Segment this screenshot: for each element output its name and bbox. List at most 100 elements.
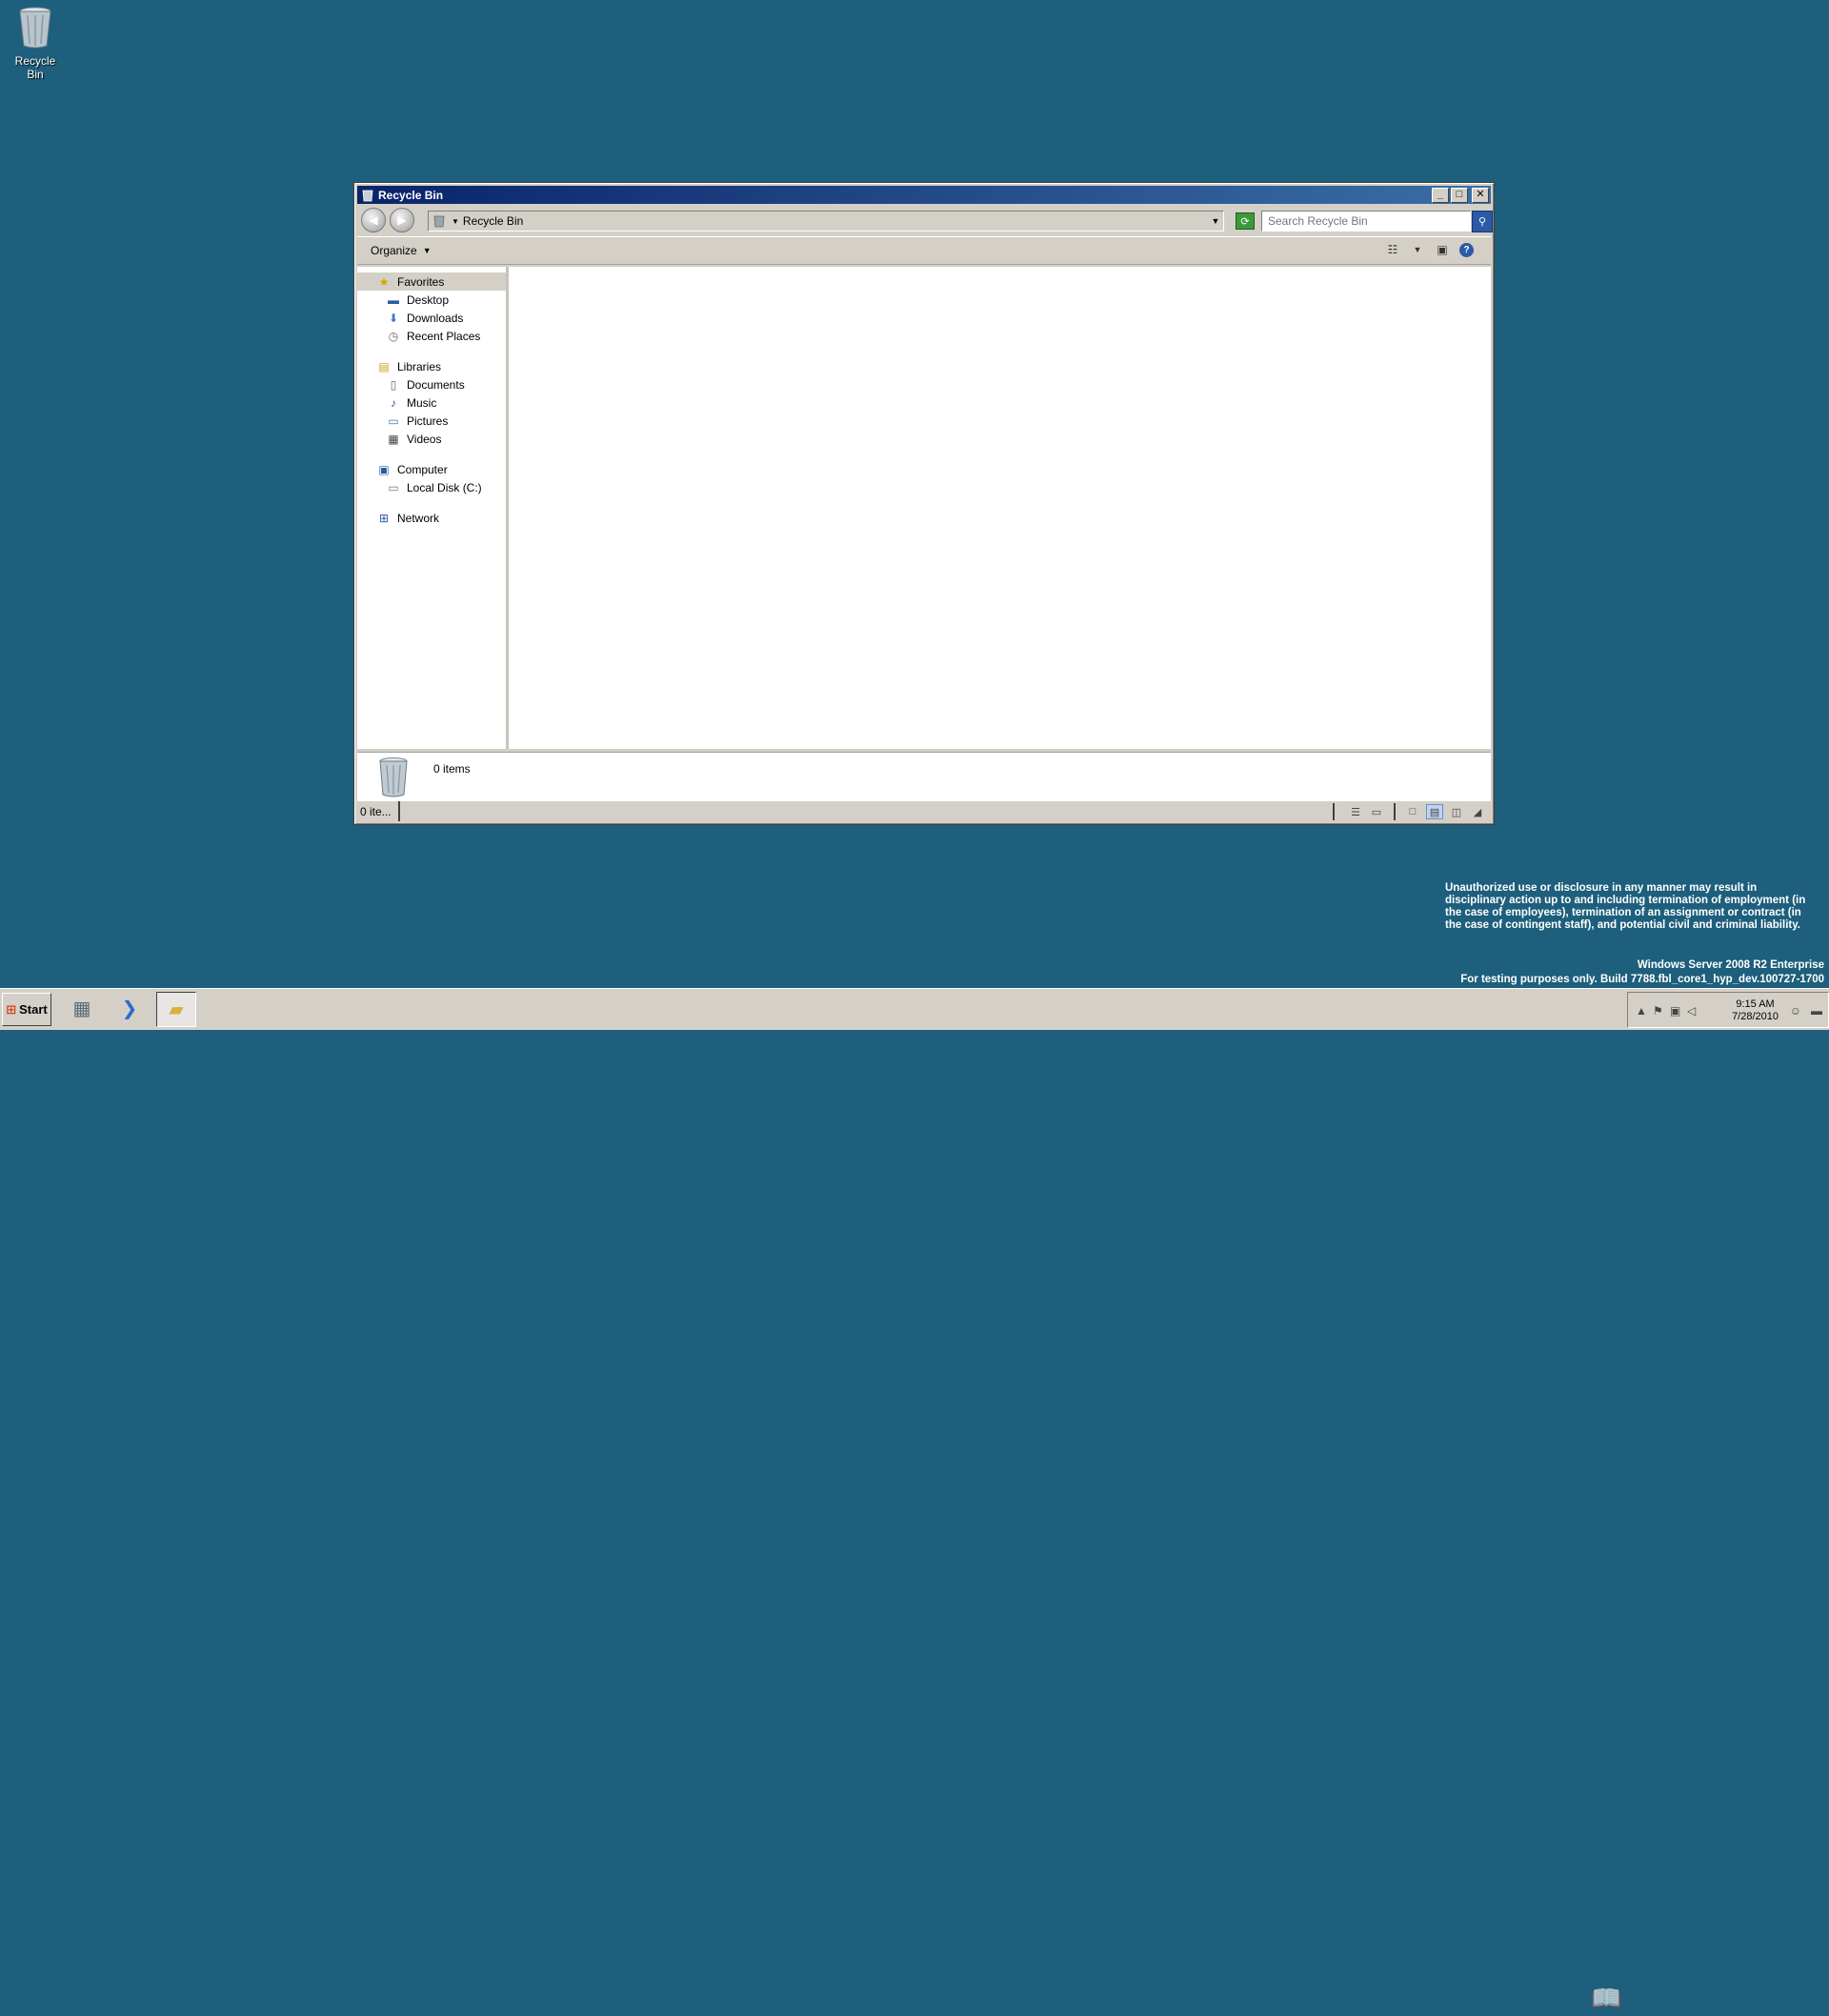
os-edition: Windows Server 2008 R2 Enterprise For te… bbox=[1460, 958, 1824, 987]
book-icon: 📖 bbox=[1591, 1983, 1622, 2012]
libraries-icon: ▤ bbox=[378, 359, 390, 373]
file-list-area[interactable] bbox=[509, 267, 1491, 749]
windows-logo-icon: ⊞ bbox=[6, 1001, 17, 1017]
breadcrumb-path[interactable]: Recycle Bin bbox=[463, 214, 1208, 228]
edition-name: Windows Server 2008 R2 Enterprise bbox=[1637, 959, 1824, 971]
maximize-icon: □ bbox=[1456, 189, 1463, 200]
forward-arrow-icon: ▶ bbox=[397, 213, 407, 227]
volume-icon[interactable]: ◁ bbox=[1687, 1004, 1696, 1018]
recycle-bin-icon bbox=[362, 190, 373, 201]
status-bar: 0 ite... ☰ ▭ □ ▤ ◫ ◢ bbox=[357, 800, 1491, 821]
address-dropdown-icon[interactable]: ▼ bbox=[1208, 216, 1223, 226]
nav-item-recent-places[interactable]: ◷ Recent Places bbox=[357, 327, 506, 345]
nav-label: Videos bbox=[407, 432, 442, 446]
taskbar: ⊞ Start ▦ ❯ ▰ 📖 ▲ ⚑ ▣ ◁ 9:15 AM 7/28/201… bbox=[0, 988, 1829, 2012]
start-button[interactable]: ⊞ Start bbox=[2, 993, 51, 1026]
grip-icon: ◢ bbox=[1473, 806, 1482, 818]
command-bar: Organize ▼ ☷ ▼ ▣ ? bbox=[357, 236, 1491, 265]
thumbnail-view-button[interactable]: ▭ bbox=[1369, 805, 1384, 818]
nav-label: Music bbox=[407, 395, 437, 410]
nav-item-videos[interactable]: ▦ Videos bbox=[357, 430, 506, 448]
address-row: ◀ ▶ ▼ Recycle Bin ▼ ⟳ ⚲ bbox=[357, 206, 1493, 234]
nav-libraries[interactable]: ▤ Libraries bbox=[357, 357, 506, 375]
change-view-button[interactable]: ☷ bbox=[1385, 242, 1400, 257]
refresh-button[interactable]: ⟳ bbox=[1236, 212, 1255, 230]
minimize-button[interactable]: _ bbox=[1432, 187, 1449, 203]
organize-button[interactable]: Organize ▼ bbox=[371, 244, 432, 257]
nav-label: Libraries bbox=[397, 359, 442, 373]
pictures-icon: ▭ bbox=[388, 413, 399, 428]
back-arrow-icon: ◀ bbox=[369, 213, 378, 227]
clock-time: 9:15 AM bbox=[1736, 998, 1775, 1010]
back-button[interactable]: ◀ bbox=[361, 208, 386, 232]
search-input[interactable] bbox=[1262, 213, 1470, 229]
videos-icon: ▦ bbox=[388, 432, 399, 446]
nav-label: Local Disk (C:) bbox=[407, 480, 482, 494]
taskbar-explorer[interactable]: ▰ bbox=[156, 992, 196, 1027]
show-hidden-icons-icon[interactable]: ▲ bbox=[1636, 1004, 1647, 1018]
maximize-button[interactable]: □ bbox=[1451, 187, 1468, 203]
show-desktop-icon[interactable]: ▬ bbox=[1811, 1004, 1822, 1018]
search-icon: ⚲ bbox=[1477, 216, 1487, 228]
nav-computer[interactable]: ▣ Computer bbox=[357, 460, 506, 478]
help-icon: ? bbox=[1463, 244, 1470, 255]
clock[interactable]: 9:15 AM 7/28/2010 bbox=[1732, 998, 1779, 1023]
documents-icon: ▯ bbox=[390, 377, 397, 392]
nav-item-pictures[interactable]: ▭ Pictures bbox=[357, 412, 506, 430]
address-bar[interactable]: ▼ Recycle Bin ▼ bbox=[428, 211, 1224, 232]
help-button[interactable]: ? bbox=[1459, 242, 1474, 257]
close-button[interactable]: ✕ bbox=[1472, 187, 1489, 203]
search-box[interactable] bbox=[1261, 211, 1471, 232]
desktop-icon: ▬ bbox=[388, 292, 399, 307]
layout-icon: ▤ bbox=[1429, 806, 1440, 818]
breadcrumb-chevron-icon[interactable]: ▼ bbox=[452, 217, 459, 226]
status-divider bbox=[1333, 803, 1335, 820]
nav-item-downloads[interactable]: ⬇ Downloads bbox=[357, 309, 506, 327]
network-tray-icon[interactable]: ▣ bbox=[1670, 1004, 1680, 1018]
nav-item-documents[interactable]: ▯ Documents bbox=[357, 375, 506, 393]
recycle-bin-icon bbox=[19, 7, 51, 49]
layout-button-2[interactable]: ▤ bbox=[1426, 804, 1443, 819]
nav-network[interactable]: ⊞ Network bbox=[357, 509, 506, 527]
forward-button[interactable]: ▶ bbox=[390, 208, 414, 232]
taskbar-server-manager[interactable]: ▦ bbox=[63, 992, 101, 1025]
status-text: 0 ite... bbox=[357, 801, 400, 821]
user-icon[interactable]: ☺ bbox=[1790, 1004, 1801, 1018]
resize-grip-icon[interactable]: ◢ bbox=[1470, 805, 1485, 818]
details-view-icon: ☰ bbox=[1351, 806, 1360, 818]
navigation-pane: ★ Favorites ▬ Desktop ⬇ Downloads ◷ Rece… bbox=[357, 267, 509, 749]
legal-notice: Unauthorized use or disclosure in any ma… bbox=[1445, 882, 1806, 931]
taskbar-powershell[interactable]: ❯ bbox=[111, 992, 149, 1025]
minimize-icon: _ bbox=[1437, 189, 1444, 200]
computer-icon: ▣ bbox=[378, 462, 390, 476]
desktop-icon-recycle-bin[interactable]: Recycle Bin bbox=[6, 6, 65, 81]
nav-item-desktop[interactable]: ▬ Desktop bbox=[357, 291, 506, 309]
nav-label: Network bbox=[397, 511, 440, 525]
thumbnail-view-icon: ▭ bbox=[1371, 806, 1382, 818]
nav-item-music[interactable]: ♪ Music bbox=[357, 393, 506, 412]
folder-icon: ▰ bbox=[169, 999, 184, 1020]
disk-icon: ▭ bbox=[388, 480, 399, 494]
view-options-dropdown[interactable]: ▼ bbox=[1410, 242, 1425, 257]
preview-pane-button[interactable]: ▣ bbox=[1435, 242, 1450, 257]
server-manager-icon: ▦ bbox=[72, 998, 91, 1019]
desktop-icon-label: Recycle Bin bbox=[14, 54, 56, 81]
layout-button-1[interactable]: □ bbox=[1405, 805, 1420, 818]
nav-label: Computer bbox=[397, 462, 448, 476]
network-icon: ⊞ bbox=[378, 511, 390, 525]
nav-label: Desktop bbox=[407, 292, 450, 307]
layout-icon: ◫ bbox=[1451, 806, 1462, 818]
title-bar[interactable]: Recycle Bin _ □ ✕ bbox=[357, 186, 1491, 204]
nav-label: Recent Places bbox=[407, 329, 481, 343]
close-icon: ✕ bbox=[1476, 189, 1485, 200]
nav-favorites[interactable]: ★ Favorites bbox=[357, 272, 506, 291]
details-view-button[interactable]: ☰ bbox=[1348, 805, 1363, 818]
start-label: Start bbox=[19, 1002, 48, 1017]
search-button[interactable]: ⚲ bbox=[1472, 211, 1493, 232]
explorer-window: Recycle Bin _ □ ✕ ◀ ▶ ▼ Recycle Bin ▼ ⟳ … bbox=[353, 182, 1495, 825]
watermark-logo: 📖 bbox=[1591, 1980, 1791, 2016]
nav-item-local-disk[interactable]: ▭ Local Disk (C:) bbox=[357, 478, 506, 496]
window-title: Recycle Bin bbox=[378, 188, 444, 202]
flag-icon[interactable]: ⚑ bbox=[1653, 1004, 1663, 1018]
layout-button-3[interactable]: ◫ bbox=[1449, 805, 1464, 818]
